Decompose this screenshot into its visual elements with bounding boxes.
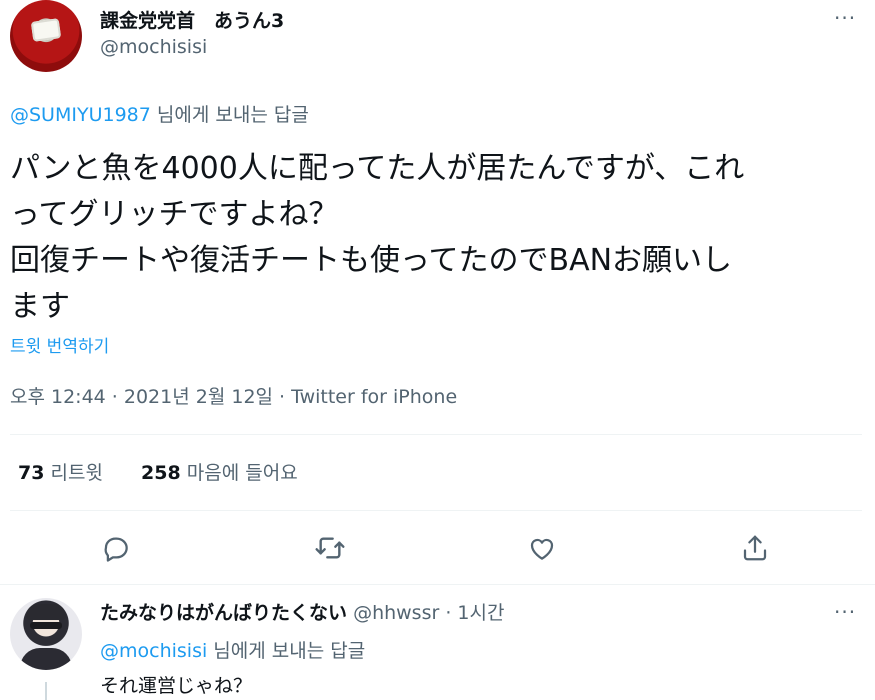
reply-more-options-icon[interactable]: ··· — [834, 600, 856, 624]
avatar-image — [30, 18, 62, 42]
tweet-text-line: パンと魚を4000人に配ってた人が居たんですが、これ — [10, 151, 745, 186]
reply-text: それ運営じゃね？ — [100, 675, 253, 697]
reply-to-line: @SUMIYU1987 님에게 보내는 답글 — [10, 100, 309, 127]
reply-to-suffix: 님에게 보내는 답글 — [150, 104, 309, 126]
reply-header: たみなりはがんばりたくない @hhwssr · 1시간 — [100, 598, 504, 625]
reply-button[interactable] — [96, 528, 136, 568]
reply-reply-to-suffix: 님에게 보내는 답글 — [207, 640, 366, 662]
divider — [0, 584, 875, 585]
tweet-text-line: ます — [10, 289, 70, 324]
retweets-count: 73 — [18, 462, 45, 484]
likes-count: 258 — [141, 462, 181, 484]
tweet-text: パンと魚を4000人に配ってた人が居たんですが、これ ってグリッチですよね？ 回… — [10, 146, 860, 330]
retweets-label: 리트윗 — [50, 462, 103, 484]
likes-stat[interactable]: 258 마음에 들어요 — [141, 462, 298, 484]
reply-to-mention[interactable]: @SUMIYU1987 — [10, 104, 151, 126]
share-button[interactable] — [735, 528, 775, 568]
reply-author-avatar[interactable] — [10, 598, 82, 670]
retweet-icon — [315, 537, 345, 559]
like-icon — [530, 538, 554, 560]
more-options-icon[interactable]: ··· — [834, 6, 856, 30]
tweet-action-bar — [0, 528, 875, 568]
reply-icon — [104, 537, 128, 562]
reply-author-name[interactable]: たみなりはがんばりたくない — [100, 602, 347, 624]
translate-tweet-link[interactable]: 트윗 번역하기 — [10, 332, 109, 357]
reply-reply-to-line: @mochisisi 님에게 보내는 답글 — [100, 636, 365, 663]
retweet-button[interactable] — [310, 528, 350, 568]
avatar-image — [26, 604, 66, 620]
like-button[interactable] — [522, 528, 562, 568]
tweet-text-line: ってグリッチですよね？ — [10, 197, 339, 232]
reply-reply-to-mention[interactable]: @mochisisi — [100, 640, 207, 662]
divider — [10, 510, 862, 511]
share-icon — [743, 535, 767, 561]
author-display-name[interactable]: 課金党党首 あうん3 — [100, 6, 284, 33]
tweet-timestamp[interactable]: 오후 12:44 · 2021년 2월 12일 · Twitter for iP… — [10, 382, 457, 409]
author-avatar[interactable] — [10, 0, 82, 72]
divider — [10, 434, 862, 435]
tweet-text-line: 回復チートや復活チートも使ってたのでBANお願いし — [10, 243, 733, 278]
reply-author-handle[interactable]: @hhwssr — [353, 602, 439, 624]
retweets-stat[interactable]: 73 리트윗 — [18, 462, 103, 484]
avatar-image — [20, 648, 72, 670]
avatar-image — [30, 622, 62, 629]
author-handle[interactable]: @mochisisi — [100, 36, 207, 58]
reply-time[interactable]: · 1시간 — [445, 602, 504, 624]
tweet-stats: 73 리트윗 258 마음에 들어요 — [18, 458, 298, 485]
likes-label: 마음에 들어요 — [186, 462, 298, 484]
thread-line — [45, 682, 47, 700]
